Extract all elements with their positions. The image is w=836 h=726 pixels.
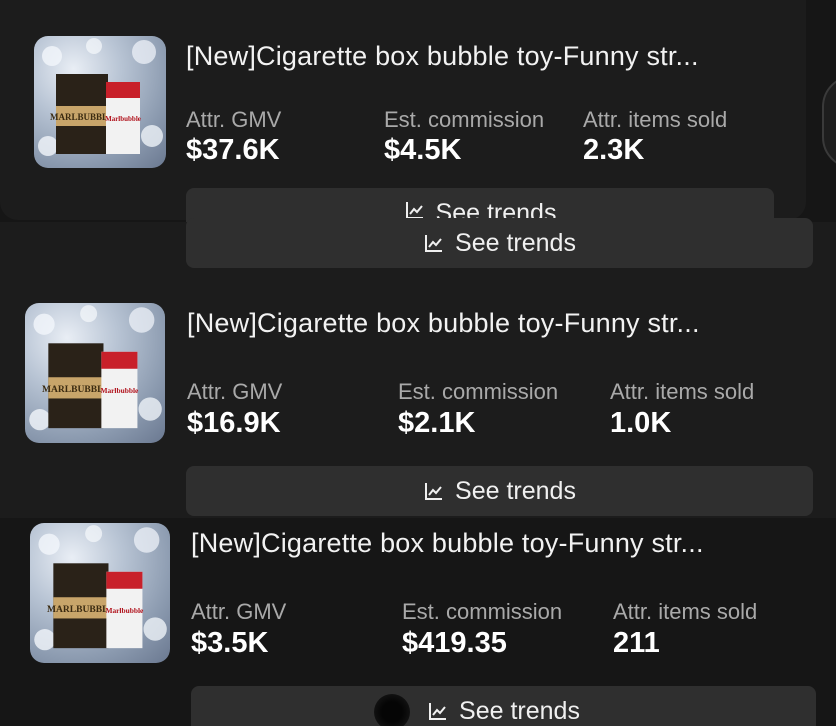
cigarette-box-image: MARLBUBBLE Marlbubble — [38, 38, 163, 156]
line-chart-icon — [427, 700, 449, 722]
product-title[interactable]: [New]Cigarette box bubble toy-Funny str.… — [191, 528, 704, 559]
gmv-label: Attr. GMV — [187, 379, 283, 404]
see-trends-label: See trends — [459, 696, 580, 725]
product-thumbnail[interactable]: MARLBUBBLE Marlbubble — [30, 523, 170, 663]
see-trends-button[interactable]: See trends — [186, 218, 813, 268]
product-title[interactable]: [New]Cigarette box bubble toy-Funny str.… — [187, 308, 700, 339]
commission-label: Est. commission — [402, 599, 563, 624]
gmv-label: Attr. GMV — [186, 107, 282, 132]
items-sold-value: 2.3K — [583, 134, 645, 166]
line-chart-icon — [423, 480, 445, 502]
see-trends-label: See trends — [455, 228, 576, 257]
carousel-edge — [822, 75, 836, 169]
items-sold-value: 1.0K — [610, 407, 672, 439]
background-object — [374, 694, 410, 726]
items-sold-label: Attr. items sold — [610, 379, 755, 404]
commission-value: $4.5K — [384, 134, 462, 166]
items-sold-value: 211 — [613, 627, 660, 659]
product-list-screenshot: MARLBUBBLE Marlbubble [New]Cigarette box… — [0, 0, 836, 726]
line-chart-icon — [423, 232, 445, 254]
product-title[interactable]: [New]Cigarette box bubble toy-Funny str.… — [186, 41, 699, 72]
svg-text:Marlbubble: Marlbubble — [100, 386, 139, 395]
svg-text:Marlbubble: Marlbubble — [105, 606, 144, 615]
gmv-value: $37.6K — [186, 134, 280, 166]
see-trends-button[interactable]: See trends — [186, 466, 813, 516]
commission-label: Est. commission — [384, 107, 545, 132]
cigarette-box-image: MARLBUBBLE Marlbubble — [34, 525, 167, 651]
see-trends-label: See trends — [455, 476, 576, 505]
items-sold-label: Attr. items sold — [613, 599, 758, 624]
cigarette-box-image: MARLBUBBLE Marlbubble — [29, 305, 162, 431]
svg-text:Marlbubble: Marlbubble — [105, 115, 141, 123]
gmv-label: Attr. GMV — [191, 599, 287, 624]
commission-value: $2.1K — [398, 407, 476, 439]
commission-label: Est. commission — [398, 379, 559, 404]
product-thumbnail[interactable]: MARLBUBBLE Marlbubble — [25, 303, 165, 443]
see-trends-button[interactable]: See trends — [191, 686, 816, 726]
commission-value: $419.35 — [402, 627, 507, 659]
gmv-value: $3.5K — [191, 627, 269, 659]
gmv-value: $16.9K — [187, 407, 281, 439]
items-sold-label: Attr. items sold — [583, 107, 728, 132]
product-thumbnail[interactable]: MARLBUBBLE Marlbubble — [34, 36, 166, 168]
